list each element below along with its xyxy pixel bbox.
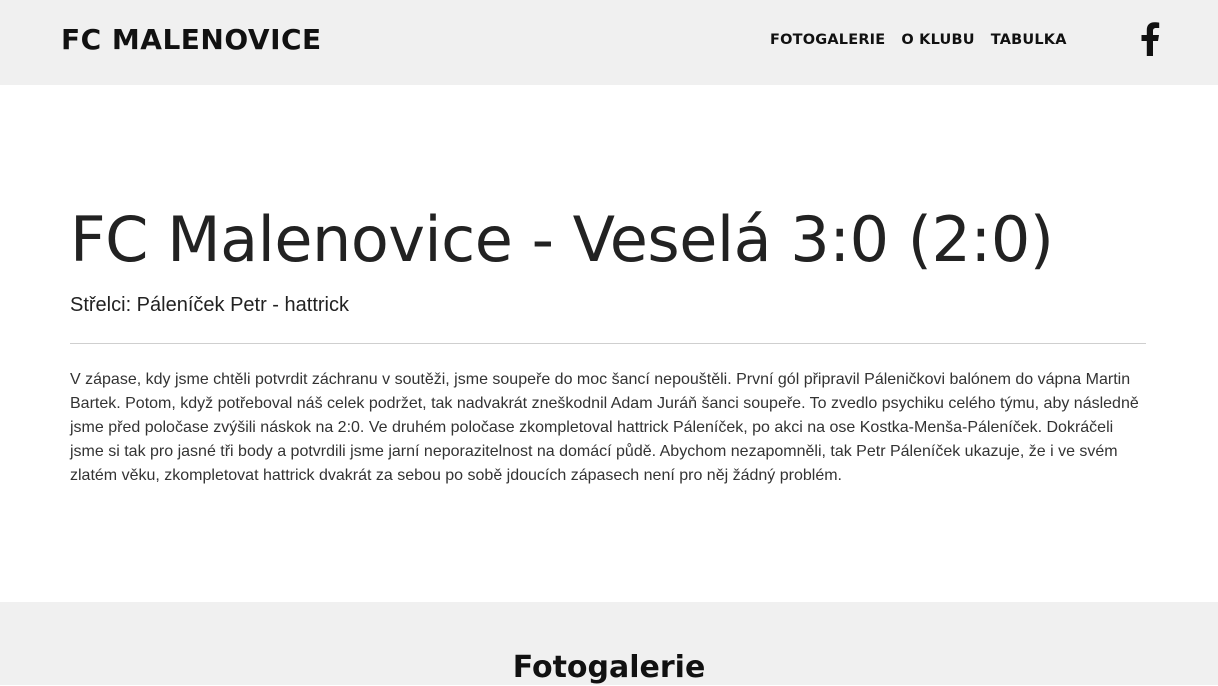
nav-item-fotogalerie[interactable]: FOTOGALERIE [770,30,885,50]
gallery-title: Fotogalerie [512,650,706,685]
site-logo[interactable]: FC MALENOVICE [61,22,322,58]
facebook-icon[interactable] [1140,22,1160,56]
divider [70,343,1146,344]
match-title: FC Malenovice - Veselá 3:0 (2:0) [70,203,1054,276]
site-header: FC MALENOVICE FOTOGALERIE O KLUBU TABULK… [0,0,1218,85]
match-article: FC Malenovice - Veselá 3:0 (2:0) Střelci… [70,200,1146,488]
main-nav: FOTOGALERIE O KLUBU TABULKA [770,30,1067,50]
gallery-section: Fotogalerie [0,602,1218,685]
nav-item-o-klubu[interactable]: O KLUBU [901,30,974,50]
nav-item-tabulka[interactable]: TABULKA [991,30,1067,50]
match-report: V zápase, kdy jsme chtěli potvrdit záchr… [70,371,1139,484]
match-scorers: Střelci: Páleníček Petr - hattrick [70,294,349,316]
